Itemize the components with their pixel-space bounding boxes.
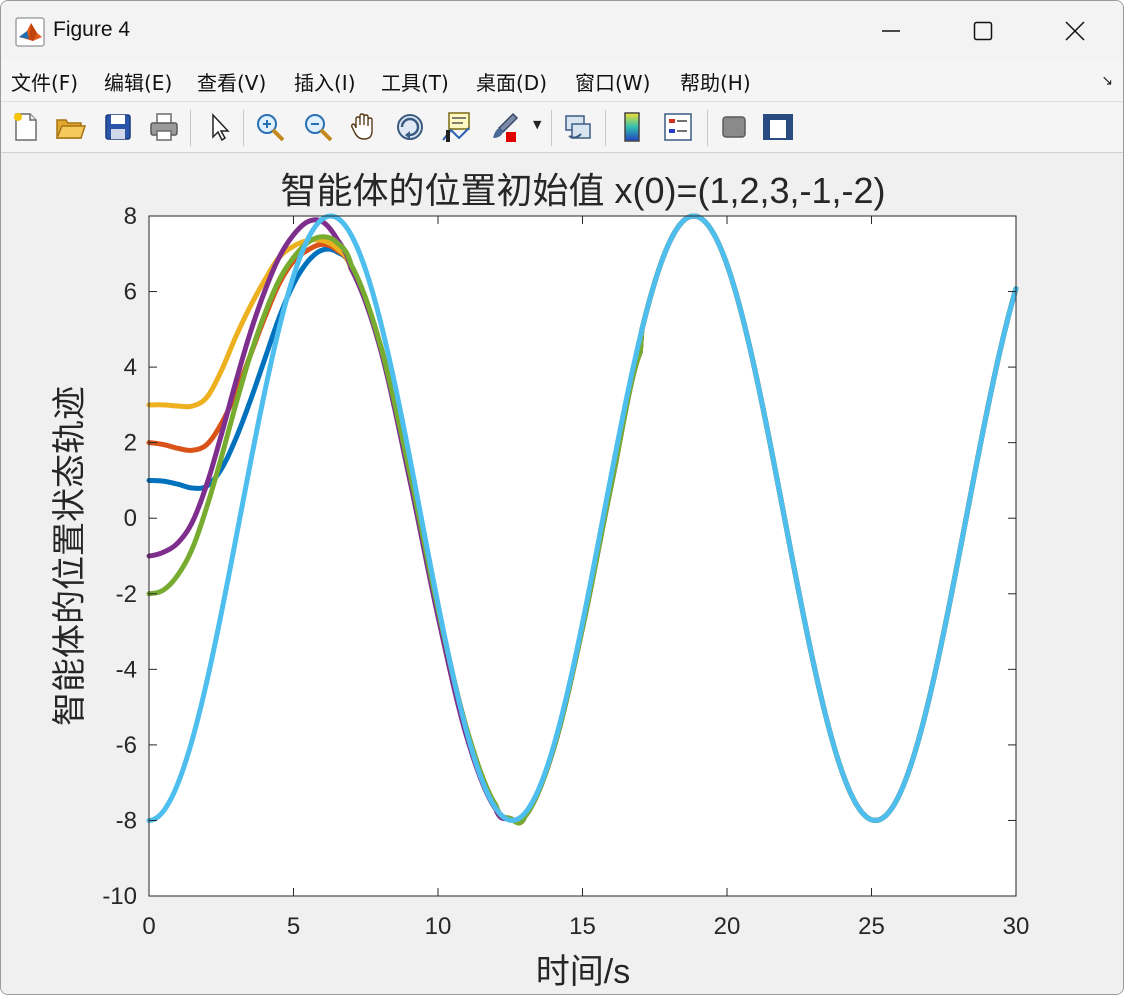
menu-tools[interactable]: 工具(T) <box>381 67 449 96</box>
title-bar[interactable]: Figure 4 <box>1 1 1123 61</box>
new-figure-icon[interactable] <box>9 110 43 144</box>
menu-edit[interactable]: 编辑(E) <box>104 67 172 96</box>
matlab-logo-icon <box>15 17 45 47</box>
print-icon[interactable] <box>147 110 181 144</box>
y-tick-label: -6 <box>116 732 137 759</box>
dock-arrow-icon[interactable]: ↘ <box>1101 73 1113 89</box>
y-tick-label: -8 <box>116 807 137 834</box>
figure-window: Figure 4 文件(F) 编辑(E) 查看(V) 插入(I) 工具(T) 桌… <box>0 0 1124 995</box>
y-tick-label: 2 <box>124 430 137 457</box>
chart-title: 智能体的位置初始值 x(0)=(1,2,3,-1,-2) <box>280 170 885 211</box>
y-tick-label: -4 <box>116 656 137 683</box>
colorbar-icon[interactable] <box>615 110 649 144</box>
figure-canvas[interactable]: 0 5 10 15 20 25 30 -10 -8 -6 -4 -2 0 2 4 6 8 智能体的位置初始值 x… <box>1 153 1123 994</box>
data-cursor-icon[interactable] <box>439 110 473 144</box>
y-tick-label: -10 <box>102 883 137 910</box>
window-title: Figure 4 <box>53 18 131 41</box>
open-file-icon[interactable] <box>53 110 87 144</box>
y-tick-label: 8 <box>124 203 137 230</box>
toolbar-separator <box>707 110 708 146</box>
x-axis-label: 时间/s <box>536 953 630 991</box>
y-axis-label: 智能体的位置状态轨迹 <box>51 386 89 726</box>
menu-help[interactable]: 帮助(H) <box>680 67 751 96</box>
y-tick-label: 6 <box>124 279 137 306</box>
menu-view[interactable]: 查看(V) <box>197 67 266 96</box>
close-icon <box>1065 21 1085 41</box>
y-tick-label: 4 <box>124 354 137 381</box>
figure-toolbar: ▼ <box>1 102 1123 153</box>
zoom-out-icon[interactable] <box>301 110 335 144</box>
toolbar-separator <box>190 110 191 146</box>
menu-desktop[interactable]: 桌面(D) <box>476 67 547 96</box>
minimize-button[interactable] <box>845 1 937 61</box>
x-tick-label: 30 <box>1003 913 1030 940</box>
save-icon[interactable] <box>101 110 135 144</box>
select-arrow-icon[interactable] <box>203 110 237 144</box>
menu-bar: 文件(F) 编辑(E) 查看(V) 插入(I) 工具(T) 桌面(D) 窗口(W… <box>1 61 1123 102</box>
rotate-3d-icon[interactable] <box>393 110 427 144</box>
menu-file[interactable]: 文件(F) <box>11 67 78 96</box>
y-tick-label: -2 <box>116 581 137 608</box>
chart[interactable]: 0 5 10 15 20 25 30 -10 -8 -6 -4 -2 0 2 4 6 8 智能体的位置初始值 x… <box>1 153 1123 994</box>
x-tick-label: 15 <box>569 913 596 940</box>
hide-plot-tools-icon[interactable] <box>717 110 751 144</box>
maximize-icon <box>973 21 993 41</box>
y-tick-label: 0 <box>124 505 137 532</box>
x-tick-label: 20 <box>714 913 741 940</box>
x-tick-label: 10 <box>425 913 452 940</box>
show-plot-tools-icon[interactable] <box>761 110 795 144</box>
toolbar-separator <box>551 110 552 146</box>
toolbar-separator <box>605 110 606 146</box>
x-tick-label: 25 <box>858 913 885 940</box>
close-button[interactable] <box>1029 1 1121 61</box>
minimize-icon <box>882 30 900 32</box>
link-plot-icon[interactable] <box>561 110 595 144</box>
pan-hand-icon[interactable] <box>347 110 381 144</box>
menu-insert[interactable]: 插入(I) <box>294 67 356 96</box>
brush-dropdown-icon[interactable]: ▼ <box>533 118 541 131</box>
toolbar-separator <box>243 110 244 146</box>
x-tick-label: 0 <box>142 913 155 940</box>
brush-icon[interactable] <box>487 110 521 144</box>
legend-icon[interactable] <box>661 110 695 144</box>
menu-window[interactable]: 窗口(W) <box>575 67 650 96</box>
maximize-button[interactable] <box>937 1 1029 61</box>
x-tick-label: 5 <box>287 913 300 940</box>
zoom-in-icon[interactable] <box>253 110 287 144</box>
